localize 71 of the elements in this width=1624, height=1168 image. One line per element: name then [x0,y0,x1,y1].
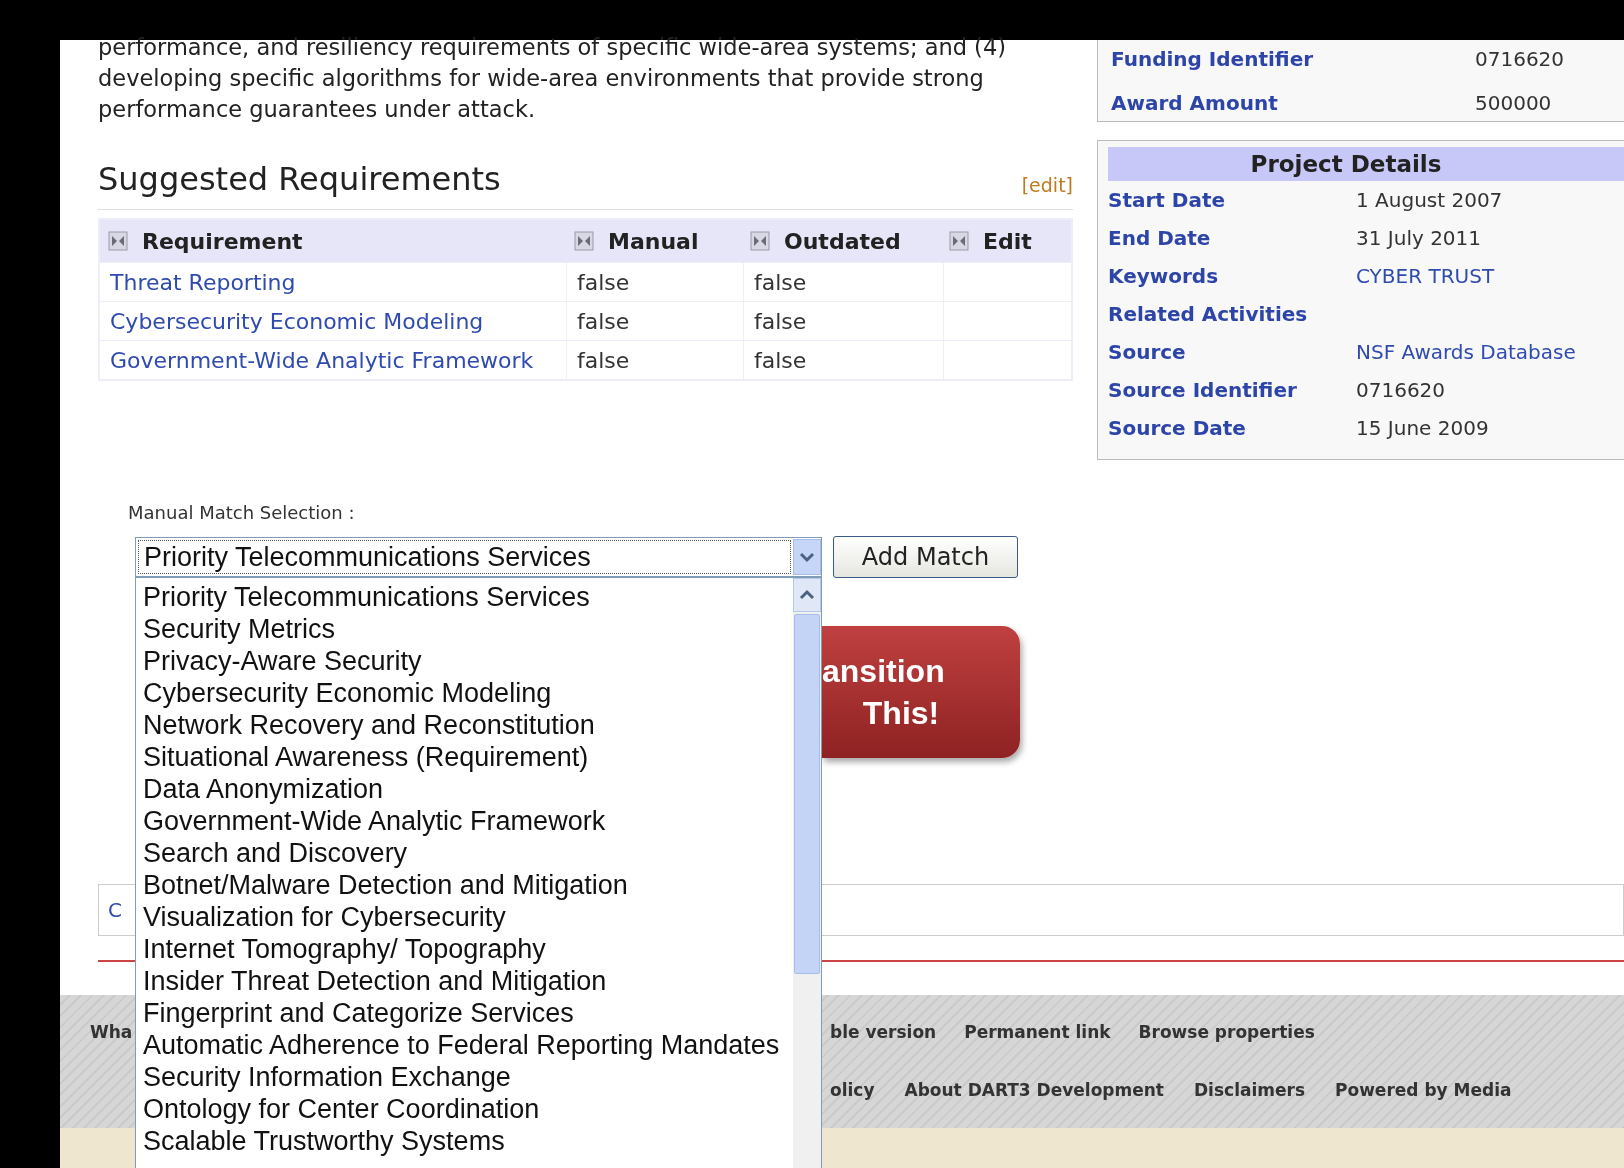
field-value: 500000 [1475,89,1552,117]
table-cell: false [744,302,943,340]
requirement-link[interactable]: Government-Wide Analytic Framework [110,343,534,377]
column-header[interactable]: Manual [566,220,742,262]
dropdown-option[interactable]: Network Recovery and Reconstitution [136,709,793,741]
sort-icon[interactable] [574,231,594,251]
field-label: Keywords [1108,263,1220,290]
column-header[interactable]: Outdated [742,220,941,262]
dropdown-option[interactable]: Insider Threat Detection and Mitigation [136,965,793,997]
field-value: 31 July 2011 [1356,225,1482,252]
field-label: Award Amount [1111,89,1279,117]
scrollbar-thumb[interactable] [794,614,820,974]
dropdown-option[interactable]: Situational Awareness (Requirement) [136,741,793,773]
table-cell: false [567,302,743,340]
requirement-link[interactable]: Threat Reporting [110,265,296,299]
description-paragraph: performance, and resiliency requirements of specific wide-area systems; and (4) developing specific algorithms for wide-area environments that provide strong performance guarantees under attack. [98,33,1007,124]
dropdown-option[interactable]: Security Metrics [136,613,793,645]
column-header[interactable]: Requirement [100,220,566,262]
panel-header: Project Details [1108,147,1624,181]
footer-link[interactable]: Powered by Media [1335,1077,1512,1103]
chevron-down-icon[interactable] [793,539,821,575]
field-label: Source [1108,339,1187,366]
dropdown-option[interactable]: Priority Telecommunications Services [136,581,793,613]
scrollbar[interactable] [793,578,821,1168]
category-link[interactable]: C [108,895,122,925]
transition-button[interactable]: ansition This! [822,626,1020,758]
table-cell: false [744,341,943,379]
table-cell: false [567,341,743,379]
field-label: Source Identifier [1108,377,1298,404]
footer-link[interactable]: Permanent link [964,1020,1111,1046]
field-value: 15 June 2009 [1356,415,1489,442]
requirement-link[interactable]: Cybersecurity Economic Modeling [110,304,484,338]
add-match-button[interactable]: Add Match [833,536,1018,578]
sort-icon[interactable] [108,231,128,251]
footer-link[interactable]: Browse properties [1138,1020,1315,1046]
dropdown-option[interactable]: Cybersecurity Economic Modeling [136,677,793,709]
column-header[interactable]: Edit [941,220,1071,262]
dropdown-option[interactable]: Search and Discovery [136,837,793,869]
field-label: Source Date [1108,415,1247,442]
field-link[interactable]: NSF Awards Database [1356,337,1576,367]
footer-link[interactable]: Disclaimers [1194,1077,1305,1103]
field-label: Manual Match Selection : [128,501,356,525]
field-link[interactable]: CYBER TRUST [1356,261,1495,291]
field-label: Related Activities [1108,301,1309,328]
footer-link[interactable]: olicy [830,1077,875,1103]
table-cell: false [567,263,743,301]
footer-link[interactable]: ble version [830,1020,937,1046]
sort-icon[interactable] [949,231,969,251]
dropdown-option[interactable]: Government-Wide Analytic Framework [136,805,793,837]
dropdown-option[interactable]: Ontology for Center Coordination [136,1093,793,1125]
dropdown-option[interactable]: Botnet/Malware Detection and Mitigation [136,869,793,901]
dropdown-option[interactable]: Security Information Exchange [136,1061,793,1093]
field-label: Start Date [1108,187,1227,214]
field-value: 0716620 [1475,45,1565,73]
dropdown-option[interactable]: Data Anonymization [136,773,793,805]
table-cell: false [744,263,943,301]
chevron-up-icon[interactable] [793,578,821,612]
dropdown-option[interactable]: Internet Tomography/ Topography [136,933,793,965]
sort-icon[interactable] [750,231,770,251]
field-value: 1 August 2007 [1356,187,1503,214]
dropdown-option[interactable]: Automatic Adherence to Federal Reporting Mandates [136,1029,793,1061]
dropdown-option[interactable]: Scalable Trustworthy Systems [136,1125,793,1157]
field-label: Funding Identifier [1111,45,1315,73]
field-label: End Date [1108,225,1212,252]
footer-link[interactable]: About DART3 Development [904,1077,1164,1103]
requirement-select[interactable]: Priority Telecommunications Services [135,537,822,577]
section-heading: Suggested Requirements [98,159,501,200]
field-value: 0716620 [1356,377,1446,404]
dropdown-option[interactable]: Fingerprint and Categorize Services [136,997,793,1029]
dropdown-option[interactable]: Privacy-Aware Security [136,645,793,677]
dropdown-option[interactable]: Visualization for Cybersecurity [136,901,793,933]
